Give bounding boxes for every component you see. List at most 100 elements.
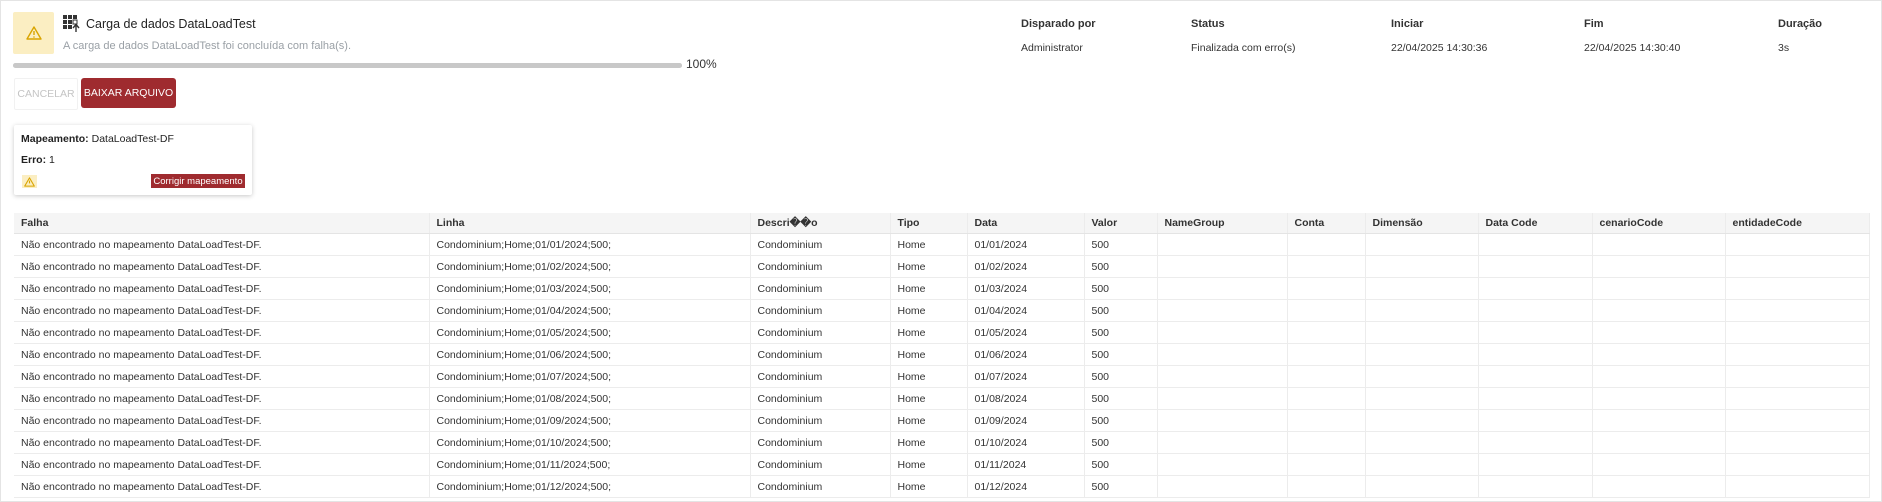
table-cell: Home bbox=[890, 475, 968, 498]
table-cell bbox=[1365, 233, 1479, 256]
page-title: Carga de dados DataLoadTest bbox=[86, 17, 256, 31]
table-cell: Condominium;Home;01/03/2024;500; bbox=[429, 277, 751, 300]
table-cell: Condominium;Home;01/06/2024;500; bbox=[429, 343, 751, 366]
info-value: 22/04/2025 14:30:36 bbox=[1391, 42, 1488, 54]
table-row[interactable]: Não encontrado no mapeamento DataLoadTes… bbox=[14, 233, 1870, 256]
table-row[interactable]: Não encontrado no mapeamento DataLoadTes… bbox=[14, 255, 1870, 278]
table-body: Não encontrado no mapeamento DataLoadTes… bbox=[14, 233, 1870, 498]
table-cell bbox=[1287, 277, 1366, 300]
table-cell bbox=[1365, 409, 1479, 432]
table-cell: Não encontrado no mapeamento DataLoadTes… bbox=[14, 277, 430, 300]
column-header[interactable]: NameGroup bbox=[1157, 213, 1288, 234]
table-row[interactable]: Não encontrado no mapeamento DataLoadTes… bbox=[14, 299, 1870, 322]
table-cell bbox=[1725, 233, 1870, 256]
table-cell bbox=[1725, 431, 1870, 454]
table-cell: 500 bbox=[1084, 255, 1158, 278]
info-status: Status Finalizada com erro(s) bbox=[1191, 18, 1295, 54]
table-cell bbox=[1725, 255, 1870, 278]
column-header[interactable]: entidadeCode bbox=[1725, 213, 1870, 234]
table-cell bbox=[1592, 387, 1726, 410]
table-cell bbox=[1725, 475, 1870, 498]
table-cell bbox=[1478, 453, 1593, 476]
table-header-row: Falha Linha Descri��o Tipo Data Valor NameGrou… bbox=[14, 213, 1870, 234]
table-cell: Condominium;Home;01/02/2024;500; bbox=[429, 255, 751, 278]
data-load-icon bbox=[63, 15, 80, 32]
table-cell bbox=[1157, 409, 1288, 432]
table-cell bbox=[1157, 365, 1288, 388]
table-row[interactable]: Não encontrado no mapeamento DataLoadTes… bbox=[14, 277, 1870, 300]
table-cell bbox=[1287, 299, 1366, 322]
cancel-button[interactable]: CANCELAR bbox=[14, 78, 78, 110]
table-cell bbox=[1478, 277, 1593, 300]
table-row[interactable]: Não encontrado no mapeamento DataLoadTes… bbox=[14, 475, 1870, 498]
table-cell: Não encontrado no mapeamento DataLoadTes… bbox=[14, 475, 430, 498]
table-cell bbox=[1157, 277, 1288, 300]
table-cell bbox=[1478, 409, 1593, 432]
mapping-value: DataLoadTest-DF bbox=[91, 133, 174, 145]
column-header[interactable]: Data bbox=[967, 213, 1085, 234]
column-header[interactable]: Linha bbox=[429, 213, 751, 234]
info-value: 22/04/2025 14:30:40 bbox=[1584, 42, 1681, 54]
column-header[interactable]: Conta bbox=[1287, 213, 1366, 234]
table-cell: 500 bbox=[1084, 409, 1158, 432]
table-cell: Não encontrado no mapeamento DataLoadTes… bbox=[14, 409, 430, 432]
table-cell: Condominium;Home;01/08/2024;500; bbox=[429, 387, 751, 410]
column-header[interactable]: Descri��o bbox=[750, 213, 891, 234]
table-row[interactable]: Não encontrado no mapeamento DataLoadTes… bbox=[14, 321, 1870, 344]
info-start: Iniciar 22/04/2025 14:30:36 bbox=[1391, 18, 1487, 54]
table-cell: 500 bbox=[1084, 431, 1158, 454]
table-cell: Condominium bbox=[750, 387, 891, 410]
table-row[interactable]: Não encontrado no mapeamento DataLoadTes… bbox=[14, 453, 1870, 476]
table-cell: Condominium;Home;01/01/2024;500; bbox=[429, 233, 751, 256]
table-cell: 500 bbox=[1084, 277, 1158, 300]
download-file-button[interactable]: BAIXAR ARQUIVO bbox=[81, 78, 176, 108]
fix-mapping-button[interactable]: Corrigir mapeamento bbox=[151, 174, 245, 188]
error-value: 1 bbox=[49, 154, 55, 166]
table-cell: 500 bbox=[1084, 321, 1158, 344]
table-row[interactable]: Não encontrado no mapeamento DataLoadTes… bbox=[14, 365, 1870, 388]
table-cell bbox=[1725, 321, 1870, 344]
table-cell: Home bbox=[890, 365, 968, 388]
table-row[interactable]: Não encontrado no mapeamento DataLoadTes… bbox=[14, 409, 1870, 432]
table-cell: 01/12/2024 bbox=[967, 475, 1085, 498]
table-cell: Não encontrado no mapeamento DataLoadTes… bbox=[14, 453, 430, 476]
table-cell: Condominium bbox=[750, 453, 891, 476]
info-duration: Duração 3s bbox=[1778, 18, 1822, 54]
table-cell: Home bbox=[890, 343, 968, 366]
column-header[interactable]: cenarioCode bbox=[1592, 213, 1726, 234]
table-cell: Condominium bbox=[750, 321, 891, 344]
column-header[interactable]: Data Code bbox=[1478, 213, 1593, 234]
table-cell: 01/01/2024 bbox=[967, 233, 1085, 256]
table-cell bbox=[1365, 321, 1479, 344]
column-header[interactable]: Falha bbox=[14, 213, 430, 234]
column-header[interactable]: Tipo bbox=[890, 213, 968, 234]
table-cell: 500 bbox=[1084, 343, 1158, 366]
table-cell bbox=[1478, 343, 1593, 366]
table-cell bbox=[1365, 431, 1479, 454]
table-cell bbox=[1725, 277, 1870, 300]
table-cell bbox=[1157, 453, 1288, 476]
table-cell bbox=[1365, 277, 1479, 300]
table-cell bbox=[1725, 299, 1870, 322]
table-cell: 01/09/2024 bbox=[967, 409, 1085, 432]
table-cell: Condominium bbox=[750, 299, 891, 322]
table-cell: Condominium bbox=[750, 431, 891, 454]
table-cell bbox=[1287, 321, 1366, 344]
table-cell: Condominium bbox=[750, 409, 891, 432]
table-cell: Home bbox=[890, 431, 968, 454]
column-header[interactable]: Dimensão bbox=[1365, 213, 1479, 234]
info-end: Fim 22/04/2025 14:30:40 bbox=[1584, 18, 1680, 54]
table-cell: Não encontrado no mapeamento DataLoadTes… bbox=[14, 431, 430, 454]
mapping-card: Mapeamento: DataLoadTest-DF Erro: 1 Corr… bbox=[14, 125, 252, 195]
info-value: Finalizada com erro(s) bbox=[1191, 42, 1296, 54]
table-row[interactable]: Não encontrado no mapeamento DataLoadTes… bbox=[14, 387, 1870, 410]
column-header[interactable]: Valor bbox=[1084, 213, 1158, 234]
table-cell: Condominium bbox=[750, 475, 891, 498]
table-cell: 500 bbox=[1084, 299, 1158, 322]
table-row[interactable]: Não encontrado no mapeamento DataLoadTes… bbox=[14, 343, 1870, 366]
table-row[interactable]: Não encontrado no mapeamento DataLoadTes… bbox=[14, 431, 1870, 454]
table-cell bbox=[1287, 387, 1366, 410]
table-cell bbox=[1157, 343, 1288, 366]
table-cell bbox=[1157, 475, 1288, 498]
warning-icon bbox=[22, 175, 37, 188]
